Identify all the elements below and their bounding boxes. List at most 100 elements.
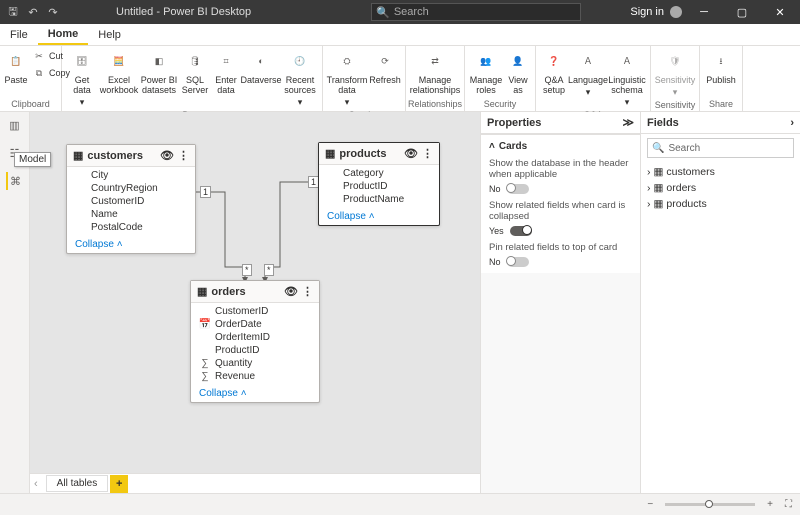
transformdata-button[interactable]: ⛭Transform data▾ <box>327 48 367 108</box>
toggle-pin-related[interactable]: No <box>489 255 632 269</box>
group-share-label: Share <box>700 99 742 111</box>
card-title: orders <box>211 286 245 298</box>
chevron-up-icon: ˄ <box>117 239 123 250</box>
field-node[interactable]: ›▦orders <box>647 180 794 196</box>
visibility-icon[interactable]: 👁 <box>284 285 298 298</box>
collapse-link[interactable]: Collapse ˄ <box>67 236 195 253</box>
field-row[interactable]: CountryRegion <box>67 182 195 195</box>
language-button[interactable]: ＡLanguage▾ <box>570 48 606 98</box>
expand-pane-icon[interactable]: › <box>790 117 794 129</box>
getdata-button[interactable]: 🗄Get data▾ <box>66 48 98 108</box>
model-view-icon[interactable]: ⌘ <box>6 172 24 190</box>
collapse-link[interactable]: Collapse ˄ <box>319 208 439 225</box>
fit-to-page-icon[interactable]: ⛶ <box>785 499 792 510</box>
undo-icon[interactable]: ↶ <box>24 3 42 21</box>
field-row[interactable]: City <box>67 169 195 182</box>
avatar-icon[interactable] <box>670 6 682 18</box>
group-sensitivity-label: Sensitivity <box>651 100 699 112</box>
maximize-button[interactable]: ▢ <box>726 0 758 24</box>
table-icon: ▦ <box>73 149 83 162</box>
table-card-products[interactable]: ▦products👁⋮ Category ProductID ProductNa… <box>318 142 440 226</box>
field-row[interactable]: Category <box>319 167 439 180</box>
field-row[interactable]: Name <box>67 208 195 221</box>
linguistic-schema-button[interactable]: ＡLinguistic schema▾ <box>608 48 646 108</box>
field-node[interactable]: ›▦customers <box>647 164 794 180</box>
manage-relationships-button[interactable]: ⇄Manage relationships <box>410 48 460 96</box>
more-icon[interactable]: ⋮ <box>178 149 189 162</box>
rel-many-label: * <box>242 264 252 276</box>
refresh-button[interactable]: ⟳Refresh <box>369 48 401 86</box>
field-node[interactable]: ›▦products <box>647 196 794 212</box>
page-tab-all-tables[interactable]: All tables <box>46 475 109 492</box>
excel-button[interactable]: 🧮Excel workbook <box>100 48 138 96</box>
field-row[interactable]: ∑Quantity <box>191 357 319 370</box>
view-as-button[interactable]: 👤View as <box>505 48 531 96</box>
search-placeholder: Search <box>394 6 429 18</box>
field-row[interactable]: 📅OrderDate <box>191 318 319 331</box>
model-view-tooltip: Model <box>14 152 51 167</box>
tab-file[interactable]: File <box>0 26 38 44</box>
field-row[interactable]: ∑Revenue <box>191 370 319 383</box>
close-button[interactable]: ✕ <box>764 0 796 24</box>
field-row[interactable]: OrderItemID <box>191 331 319 344</box>
left-nav: ▥ ☷ ⌘ <box>0 112 30 493</box>
collapse-pane-icon[interactable]: ≫ <box>622 116 634 129</box>
collapse-link[interactable]: Collapse ˄ <box>191 385 319 402</box>
rel-many-label: * <box>264 264 274 276</box>
table-card-customers[interactable]: ▦customers👁⋮ City CountryRegion Customer… <box>66 144 196 254</box>
field-row[interactable]: PostalCode <box>67 221 195 234</box>
more-icon[interactable]: ⋮ <box>302 285 313 298</box>
dataverse-button[interactable]: ◐Dataverse <box>242 48 280 86</box>
table-card-orders[interactable]: ▦orders👁⋮ CustomerID 📅OrderDate OrderIte… <box>190 280 320 403</box>
chevron-right-icon: › <box>647 166 651 178</box>
date-icon: 📅 <box>199 319 211 330</box>
add-page-button[interactable]: + <box>110 475 128 493</box>
field-row[interactable]: ProductID <box>319 180 439 193</box>
tab-home[interactable]: Home <box>38 25 89 45</box>
recentsources-button[interactable]: 🕘Recent sources▾ <box>282 48 318 108</box>
field-row[interactable]: CustomerID <box>191 305 319 318</box>
paste-button[interactable]: 📋Paste <box>4 48 28 86</box>
visibility-icon[interactable]: 👁 <box>404 147 418 160</box>
chevron-up-icon: ˄ <box>241 388 247 399</box>
rel-one-label: 1 <box>200 186 211 198</box>
fields-search[interactable]: 🔍Search <box>647 138 794 158</box>
qa-setup-button[interactable]: ❓Q&A setup <box>540 48 568 96</box>
title-bar: 🖫 ↶ ↷ Untitled - Power BI Desktop 🔍 Sear… <box>0 0 800 24</box>
redo-icon[interactable]: ↷ <box>44 3 62 21</box>
chevron-up-icon[interactable]: ˄ <box>489 141 495 152</box>
table-icon: ▦ <box>654 198 664 210</box>
report-view-icon[interactable]: ▥ <box>6 116 24 134</box>
minimize-button[interactable]: ─ <box>688 0 720 24</box>
prev-page-icon[interactable]: ‹ <box>30 478 42 490</box>
zoom-out-button[interactable]: − <box>647 499 653 510</box>
toggle-show-database[interactable]: No <box>489 182 632 196</box>
status-bar: − + ⛶ <box>0 493 800 515</box>
card-title: products <box>339 148 386 160</box>
visibility-icon[interactable]: 👁 <box>160 149 174 162</box>
global-search[interactable]: 🔍 Search <box>371 3 581 21</box>
more-icon[interactable]: ⋮ <box>422 147 433 160</box>
sigma-icon: ∑ <box>199 371 211 382</box>
sigma-icon: ∑ <box>199 358 211 369</box>
field-row[interactable]: ProductID <box>191 344 319 357</box>
pbi-datasets-button[interactable]: ◧Power BI datasets <box>140 48 178 96</box>
enterdata-button[interactable]: ⌗Enter data <box>212 48 240 96</box>
field-row[interactable]: ProductName <box>319 193 439 206</box>
publish-button[interactable]: ⭳Publish <box>704 48 738 86</box>
signin-link[interactable]: Sign in <box>630 6 664 18</box>
model-canvas[interactable]: 1 1 * * ▦customers👁⋮ City CountryRegion … <box>30 112 480 493</box>
field-row[interactable]: CustomerID <box>67 195 195 208</box>
zoom-slider[interactable] <box>665 503 755 506</box>
chevron-right-icon: › <box>647 182 651 194</box>
manage-roles-button[interactable]: 👥Manage roles <box>469 48 503 96</box>
tab-help[interactable]: Help <box>88 26 131 44</box>
properties-title: Properties <box>487 117 541 129</box>
toggle-show-related[interactable]: Yes <box>489 224 632 238</box>
sensitivity-button[interactable]: 🛡Sensitivity▾ <box>655 48 695 98</box>
save-icon[interactable]: 🖫 <box>4 3 22 21</box>
copy-icon: ⧉ <box>32 66 46 80</box>
sqlserver-button[interactable]: 🛢SQL Server <box>180 48 210 96</box>
zoom-in-button[interactable]: + <box>767 499 773 510</box>
prop-pin-related: Pin related fields to top of card <box>489 238 632 255</box>
